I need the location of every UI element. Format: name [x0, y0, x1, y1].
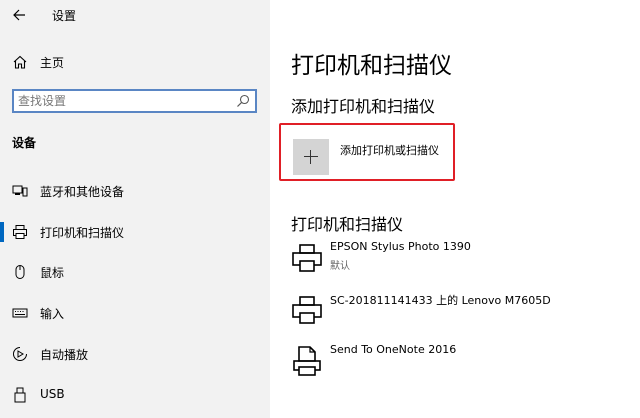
- printer-item-epson[interactable]: EPSON Stylus Photo 1390 默认: [291, 238, 631, 282]
- home-icon: [13, 55, 27, 69]
- printer-name: SC-201811141433 上的 Lenovo M7605D: [330, 294, 551, 307]
- add-printer-highlight: 添加打印机或扫描仪: [279, 123, 455, 181]
- sidebar-item-typing[interactable]: 输入: [0, 299, 270, 327]
- sidebar-item-label: 自动播放: [40, 348, 89, 362]
- title-bar: 设置: [0, 0, 270, 30]
- printer-icon: [13, 225, 27, 239]
- sidebar-item-mouse[interactable]: 鼠标: [0, 258, 270, 286]
- plus-icon: [310, 150, 311, 164]
- usb-icon: [14, 387, 26, 403]
- back-arrow-icon: [13, 9, 25, 21]
- printer-name: EPSON Stylus Photo 1390: [330, 240, 471, 253]
- sidebar-item-label: 蓝牙和其他设备: [40, 185, 125, 199]
- printer-name: Send To OneNote 2016: [330, 343, 457, 356]
- sidebar-item-home[interactable]: 主页: [0, 48, 270, 76]
- add-section-title: 添加打印机和扫描仪: [291, 97, 436, 116]
- printer-list-title: 打印机和扫描仪: [291, 215, 404, 234]
- document-printer-icon: [293, 346, 321, 376]
- search-icon[interactable]: [236, 94, 250, 108]
- printer-item-lenovo[interactable]: SC-201811141433 上的 Lenovo M7605D: [291, 290, 631, 334]
- printer-icon: [292, 244, 322, 272]
- plus-icon: [304, 156, 318, 157]
- back-button[interactable]: [8, 4, 30, 26]
- sidebar-item-usb[interactable]: USB: [0, 381, 270, 409]
- sidebar-item-bluetooth[interactable]: 蓝牙和其他设备: [0, 177, 270, 205]
- keyboard-icon: [12, 308, 28, 318]
- sidebar-item-label: 输入: [40, 307, 65, 321]
- app-title: 设置: [52, 9, 77, 23]
- search-box[interactable]: [12, 89, 257, 113]
- printer-item-onenote[interactable]: Send To OneNote 2016: [291, 341, 631, 385]
- section-label-devices: 设备: [12, 136, 37, 150]
- main-content: 打印机和扫描仪 添加打印机和扫描仪 添加打印机或扫描仪 打印机和扫描仪 EPSO…: [270, 0, 640, 418]
- sidebar-item-label: 打印机和扫描仪: [40, 226, 125, 240]
- active-indicator: [0, 222, 4, 242]
- sidebar-item-autoplay[interactable]: 自动播放: [0, 340, 270, 368]
- add-printer-label[interactable]: 添加打印机或扫描仪: [340, 142, 439, 158]
- page-title: 打印机和扫描仪: [291, 53, 452, 79]
- search-input[interactable]: [18, 93, 223, 109]
- add-printer-button[interactable]: [293, 139, 329, 175]
- autoplay-icon: [13, 347, 27, 361]
- sidebar-item-label: 鼠标: [40, 266, 65, 280]
- printer-icon: [292, 296, 322, 324]
- sidebar-item-printers[interactable]: 打印机和扫描仪: [0, 218, 270, 246]
- printer-status: 默认: [330, 261, 350, 272]
- sidebar-item-label: USB: [40, 387, 65, 401]
- sidebar: 设置 主页 设备 蓝牙和其他设备 打印机和扫描仪: [0, 0, 270, 418]
- bluetooth-devices-icon: [12, 185, 28, 197]
- mouse-icon: [15, 265, 25, 279]
- sidebar-item-label: 主页: [40, 56, 65, 70]
